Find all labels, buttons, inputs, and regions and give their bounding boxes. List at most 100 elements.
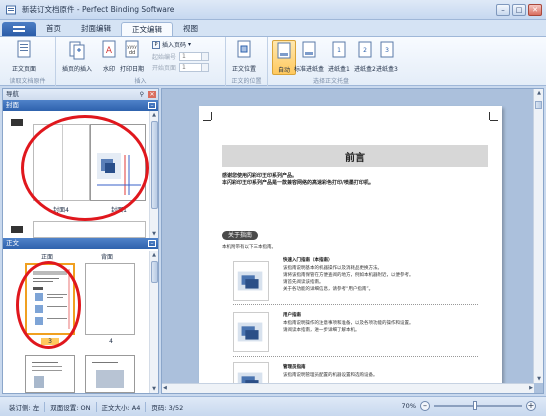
dropdown-icon: ▾ — [188, 41, 192, 48]
group-tray: 自动 标准进纸盒 1 进纸盒1 2 进纸盒2 3 进纸盒3 选择正文托盘 — [268, 37, 398, 86]
user-guide-image — [233, 312, 269, 352]
start-page-row: 开始页面 1 — [152, 63, 210, 72]
close-button[interactable]: ✕ — [528, 3, 542, 16]
svg-text:yyyy: yyyy — [127, 44, 137, 49]
svg-text:1: 1 — [337, 47, 341, 54]
tray3-button[interactable]: 3 进纸盒3 — [376, 40, 398, 73]
page3-preview — [33, 269, 70, 329]
intro-line-2: 本闪彩印王印系列产品是一款兼容网络的高速彩色打印/喷墨打印机。 — [222, 180, 374, 186]
tab-cover-edit[interactable]: 封面编辑 — [71, 22, 121, 36]
collapse-body-icon[interactable]: – — [148, 240, 156, 247]
scroll-down-icon[interactable]: ▼ — [150, 230, 158, 238]
body-section-header[interactable]: 正文 – — [3, 238, 158, 249]
doc-scroll-up-icon[interactable]: ▲ — [535, 89, 543, 97]
watermark-button[interactable]: A 水印 — [100, 40, 118, 73]
tray3-label: 进纸盒3 — [376, 66, 398, 73]
group-position-label: 正文的位置 — [231, 78, 262, 85]
page5-thumbnail[interactable] — [25, 355, 75, 393]
body-scrollbar[interactable]: ▲ ▼ — [149, 251, 158, 393]
tray2-button[interactable]: 2 进纸盒2 — [354, 40, 376, 73]
zoom-out-button[interactable]: – — [420, 401, 430, 411]
back-header: 背面 — [100, 254, 113, 261]
section1-line1: 该指南说明基本的机器操作以及消耗品更换方法。 — [283, 266, 382, 271]
navigation-pane: 导航 ⚲ ✕ 封面 – 封面4 封面1 ▲ ▼ 正文 – 正面 背面 3 4 ▲… — [2, 88, 159, 394]
print-date-label: 打印日期 — [120, 66, 145, 73]
read-body-button[interactable]: 正文页面 — [12, 40, 36, 73]
watermark-icon: A — [102, 40, 116, 58]
watermark-label: 水印 — [102, 66, 115, 73]
cover4-thumbnail[interactable] — [33, 124, 90, 201]
body-position-button[interactable]: 正文位置 — [232, 40, 256, 73]
tab-home[interactable]: 首页 — [36, 22, 71, 36]
page4-thumbnail[interactable] — [85, 263, 135, 335]
menu-icon — [13, 26, 25, 32]
cover1-label: 封面1 — [111, 207, 127, 214]
minimize-button[interactable]: – — [496, 3, 510, 16]
cover-scrollbar[interactable]: ▲ ▼ — [149, 111, 158, 238]
tray-auto-label: 自动 — [277, 67, 290, 74]
insert-page-no-label: 插入页码 — [162, 42, 187, 49]
page3-thumbnail[interactable] — [25, 263, 75, 335]
tray-standard-button[interactable]: 标准进纸盒 — [294, 40, 324, 73]
group-insert-label: 插入 — [134, 78, 147, 85]
svg-text:dd: dd — [129, 50, 135, 56]
insert-page-no-button[interactable]: P 插入页码 ▾ — [152, 40, 191, 49]
cover-section-header[interactable]: 封面 – — [3, 100, 158, 111]
quick-guide-image — [233, 261, 269, 301]
body-thumbnails: 正面 背面 3 4 ▲ ▼ — [3, 251, 158, 393]
doc-scroll-down-icon[interactable]: ▼ — [535, 375, 543, 383]
section1-title: 快速入门指南（本指南） — [283, 258, 333, 263]
page6-thumbnail[interactable] — [85, 355, 135, 393]
start-page-input[interactable]: 1 — [179, 63, 210, 72]
nav-title: 导航 — [6, 90, 19, 98]
document-area: 前言 感谢您使用闪彩印王印系列产品。 本闪彩印王印系列产品是一款兼容网络的高速彩… — [161, 88, 544, 394]
body-scroll-down-icon[interactable]: ▼ — [150, 385, 158, 393]
print-date-button[interactable]: yyyy dd 打印日期 — [120, 40, 144, 73]
ribbon-tabs: 首页 封面编辑 正文编辑 视图 — [0, 20, 546, 36]
tray1-button[interactable]: 1 进纸盒1 — [328, 40, 350, 73]
tab-view[interactable]: 视图 — [173, 22, 208, 36]
page-marker-icon — [11, 119, 23, 126]
insert-page-icon — [69, 41, 85, 60]
cover-scroll-thumb[interactable] — [151, 121, 158, 209]
zoom-slider[interactable] — [434, 401, 522, 410]
start-no-input[interactable]: 1 — [179, 52, 210, 61]
tab-body-edit[interactable]: 正文编辑 — [121, 22, 173, 36]
nav-close-icon[interactable]: ✕ — [148, 91, 156, 98]
status-page: 页码: 3/52 — [151, 403, 184, 412]
cover1-thumbnail[interactable] — [90, 124, 146, 201]
tray-auto-button[interactable]: 自动 — [272, 40, 296, 75]
zoom-in-button[interactable]: + — [526, 401, 536, 411]
section1-line3: 请首先阅读该指南。 — [283, 280, 324, 285]
page6-preview — [92, 362, 124, 388]
insert-blank-button[interactable]: 插页的插入 — [62, 40, 92, 73]
body-scroll-thumb[interactable] — [151, 261, 158, 283]
scroll-up-icon[interactable]: ▲ — [150, 111, 158, 119]
section3-title: 管理员指南 — [283, 365, 306, 370]
pin-icon[interactable]: ⚲ — [140, 89, 144, 100]
collapse-icon[interactable]: – — [148, 102, 156, 109]
minimize-icon: – — [501, 5, 505, 14]
cover-thumbnails: 封面4 封面1 ▲ ▼ — [3, 111, 158, 238]
doc-scroll-thumb[interactable] — [535, 101, 542, 109]
maximize-button[interactable]: □ — [512, 3, 526, 16]
cover-next-thumbnail[interactable] — [33, 221, 146, 238]
cover-figure — [97, 153, 141, 195]
body-scroll-up-icon[interactable]: ▲ — [150, 251, 158, 259]
doc-scroll-right-icon[interactable]: ▶ — [529, 385, 533, 391]
document-icon — [17, 40, 31, 58]
tray2-icon: 2 — [358, 41, 372, 58]
svg-text:3: 3 — [385, 47, 389, 54]
status-binding: 装订侧: 左 — [4, 401, 46, 412]
document-horizontal-scrollbar[interactable]: ◀ ▶ — [162, 383, 534, 393]
doc-scroll-left-icon[interactable]: ◀ — [163, 385, 167, 391]
section2-line2: 请阅读本指南，进一步详细了解本机。 — [283, 328, 360, 333]
position-icon — [237, 40, 251, 58]
printer-illustration — [237, 271, 263, 291]
app-menu-button[interactable] — [2, 22, 36, 36]
crop-mark — [211, 112, 212, 120]
document-vertical-scrollbar[interactable]: ▲ ▼ — [533, 89, 543, 383]
svg-text:2: 2 — [363, 47, 367, 54]
zoom-slider-knob[interactable] — [472, 401, 477, 410]
status-size: 正文大小: A4 — [97, 401, 147, 412]
